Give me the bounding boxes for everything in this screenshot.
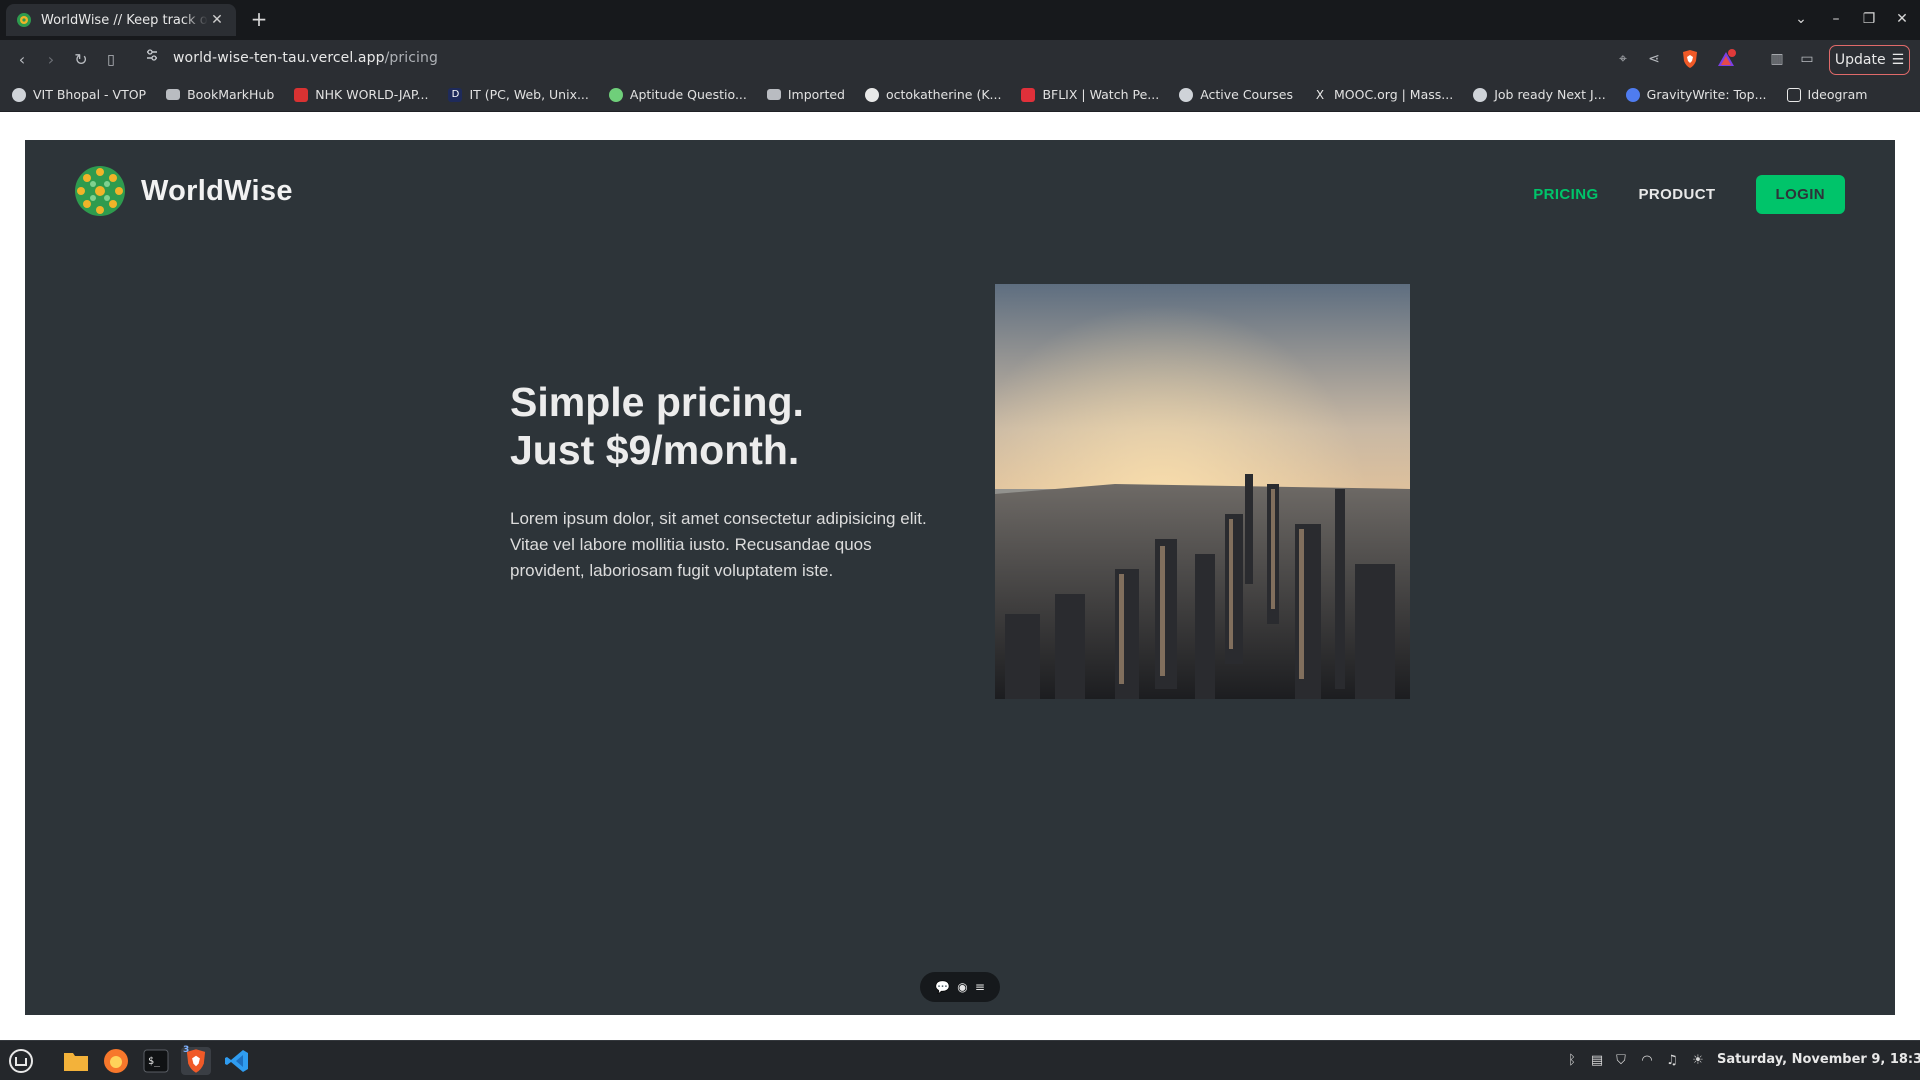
list-icon[interactable]: ≡ bbox=[975, 980, 985, 994]
bookmark-item[interactable]: Active Courses bbox=[1179, 87, 1293, 102]
eye-icon[interactable]: ◉ bbox=[957, 980, 967, 994]
globe-icon bbox=[1179, 87, 1194, 102]
g-icon bbox=[1625, 87, 1640, 102]
minimize-icon[interactable]: – bbox=[1823, 8, 1849, 30]
d-icon: D bbox=[448, 87, 463, 102]
bookmarks-bar: VIT Bhopal - VTOP BookMarkHub NHK WORLD-… bbox=[0, 78, 1920, 112]
tab-title: WorldWise // Keep track of your adventur… bbox=[41, 12, 208, 28]
github-icon bbox=[864, 87, 879, 102]
mint-logo-icon bbox=[9, 1049, 33, 1073]
wallet-icon[interactable]: ▭ bbox=[1797, 49, 1817, 69]
files-icon[interactable] bbox=[61, 1047, 91, 1075]
reload-icon[interactable]: ↻ bbox=[70, 49, 92, 71]
comment-icon[interactable]: 💬 bbox=[935, 980, 950, 994]
bookmark-item[interactable]: Ideogram bbox=[1786, 87, 1867, 102]
back-icon[interactable]: ‹ bbox=[11, 49, 33, 71]
bookmark-item[interactable]: BFLIX | Watch Pe... bbox=[1021, 87, 1159, 102]
brave-window-count-badge: 3 bbox=[183, 1045, 190, 1055]
ideogram-icon bbox=[1786, 87, 1801, 102]
folder-app-icon bbox=[64, 1053, 88, 1071]
address-bar[interactable]: world-wise-ten-tau.vercel.app/pricing bbox=[173, 50, 438, 66]
shield-icon[interactable]: ⛉ bbox=[1613, 1053, 1629, 1069]
brave-shields-icon[interactable] bbox=[1681, 49, 1699, 69]
update-button[interactable]: Update ☰ bbox=[1829, 45, 1910, 75]
bookmark-item[interactable]: VIT Bhopal - VTOP bbox=[12, 87, 146, 102]
bookmark-item[interactable]: NHK WORLD-JAP... bbox=[294, 87, 428, 102]
brave-browser-icon[interactable]: 3 bbox=[181, 1045, 211, 1075]
x-icon: X bbox=[1315, 87, 1325, 102]
nav-pricing-link[interactable]: PRICING bbox=[1533, 186, 1598, 203]
vscode-icon[interactable] bbox=[222, 1047, 252, 1075]
bookmark-icon[interactable]: ▯ bbox=[100, 49, 122, 71]
taskbar-clock[interactable]: Saturday, November 9, 18:34 bbox=[1717, 1052, 1920, 1067]
bookmark-item[interactable]: GravityWrite: Top... bbox=[1625, 87, 1767, 102]
forward-icon[interactable]: › bbox=[40, 49, 62, 71]
vscode-logo-icon bbox=[225, 1050, 248, 1072]
globe-icon bbox=[1473, 87, 1488, 102]
brain-icon bbox=[608, 87, 623, 102]
maximize-icon[interactable]: ❐ bbox=[1856, 8, 1882, 30]
page-viewport: WorldWise PRICING PRODUCT LOGIN Simple p… bbox=[0, 112, 1920, 1040]
worldwise-logo-icon bbox=[75, 166, 125, 216]
app-container: WorldWise PRICING PRODUCT LOGIN Simple p… bbox=[25, 140, 1895, 1015]
main-nav: PRICING PRODUCT LOGIN bbox=[1493, 175, 1845, 214]
city-skyline-image bbox=[995, 284, 1410, 699]
bookmark-item[interactable]: octokatherine (K... bbox=[864, 87, 1001, 102]
tab-search-chevron-icon[interactable]: ⌄ bbox=[1788, 8, 1814, 30]
title-line-1: Simple pricing. bbox=[510, 379, 804, 425]
bookmark-item[interactable]: BookMarkHub bbox=[166, 87, 274, 102]
globe-icon bbox=[12, 87, 26, 102]
hero-description: Lorem ipsum dolor, sit amet consectetur … bbox=[510, 509, 927, 580]
music-icon[interactable]: ♫ bbox=[1664, 1053, 1680, 1069]
mint-menu-icon[interactable] bbox=[6, 1047, 36, 1075]
tab-close-icon[interactable]: ✕ bbox=[208, 12, 226, 28]
bookmark-item[interactable]: D IT (PC, Web, Unix... bbox=[448, 87, 589, 102]
taskbar: $_ 3 ᛒ ▤ ⛉ ◠ ♫ ☀ Saturday, November 9, 1… bbox=[0, 1040, 1920, 1080]
close-window-icon[interactable]: ✕ bbox=[1889, 8, 1915, 30]
title-line-2: Just $9/month. bbox=[510, 427, 800, 473]
menu-icon: ☰ bbox=[1891, 52, 1905, 68]
worldwise-favicon-icon bbox=[17, 13, 31, 27]
nhk-icon bbox=[294, 87, 309, 102]
page-title: Simple pricing. Just $9/month. bbox=[510, 378, 804, 474]
brave-rewards-icon[interactable] bbox=[1716, 49, 1736, 69]
site-settings-icon[interactable] bbox=[145, 48, 159, 62]
share-icon[interactable]: ⋖ bbox=[1644, 49, 1664, 69]
bookmark-item[interactable]: Aptitude Questio... bbox=[608, 87, 747, 102]
folder-icon bbox=[766, 89, 781, 100]
location-icon[interactable]: ⌖ bbox=[1613, 49, 1633, 69]
clipboard-icon[interactable]: ▤ bbox=[1589, 1053, 1605, 1069]
firefox-logo-icon bbox=[104, 1049, 128, 1073]
login-button[interactable]: LOGIN bbox=[1755, 175, 1845, 214]
nav-product-link[interactable]: PRODUCT bbox=[1639, 186, 1716, 203]
svg-text:$_: $_ bbox=[148, 1056, 161, 1067]
brand-name: WorldWise bbox=[141, 174, 293, 207]
bluetooth-icon[interactable]: ᛒ bbox=[1564, 1053, 1580, 1069]
bflix-icon bbox=[1021, 87, 1036, 102]
logo-link[interactable]: WorldWise bbox=[73, 164, 293, 218]
wifi-icon[interactable]: ◠ bbox=[1639, 1053, 1655, 1069]
brightness-icon[interactable]: ☀ bbox=[1690, 1053, 1706, 1069]
terminal-icon[interactable]: $_ bbox=[141, 1047, 171, 1075]
floating-toolbar: 💬 ◉ ≡ bbox=[920, 972, 1000, 1002]
terminal-logo-icon: $_ bbox=[143, 1049, 169, 1073]
folder-icon bbox=[166, 89, 181, 100]
tab-worldwise[interactable]: WorldWise // Keep track of your adventur… bbox=[6, 4, 236, 36]
url-host: world-wise-ten-tau.vercel.app bbox=[173, 50, 385, 66]
firefox-icon[interactable] bbox=[101, 1047, 131, 1075]
tab-strip: WorldWise // Keep track of your adventur… bbox=[0, 0, 1920, 40]
url-path: /pricing bbox=[384, 50, 438, 66]
update-label: Update bbox=[1834, 52, 1886, 68]
sidebar-toggle-icon[interactable]: ▥ bbox=[1767, 49, 1787, 69]
bookmark-item[interactable]: Job ready Next J... bbox=[1473, 87, 1606, 102]
new-tab-button[interactable]: + bbox=[248, 8, 270, 30]
bookmark-item[interactable]: X MOOC.org | Mass... bbox=[1313, 87, 1453, 102]
bookmark-item[interactable]: Imported bbox=[766, 87, 845, 102]
